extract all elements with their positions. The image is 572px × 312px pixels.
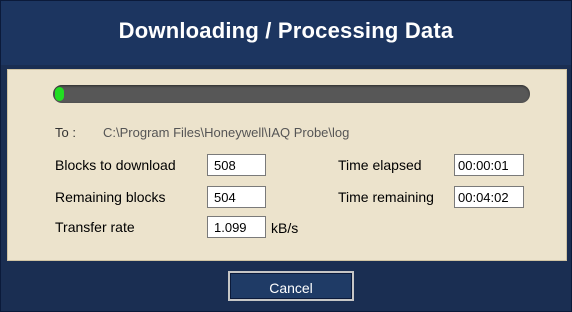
transfer-rate-label: Transfer rate bbox=[55, 219, 135, 235]
transfer-rate-unit: kB/s bbox=[271, 220, 299, 236]
remaining-blocks-label: Remaining blocks bbox=[55, 189, 166, 205]
progress-fill bbox=[55, 87, 64, 101]
destination-path: C:\Program Files\Honeywell\IAQ Probe\log bbox=[103, 125, 350, 140]
dialog-body: To : C:\Program Files\Honeywell\IAQ Prob… bbox=[7, 69, 567, 261]
destination-label: To : bbox=[55, 125, 76, 140]
download-dialog: Downloading / Processing Data To : C:\Pr… bbox=[0, 0, 572, 312]
dialog-title: Downloading / Processing Data bbox=[118, 18, 454, 43]
remaining-blocks-value: 504 bbox=[207, 186, 266, 208]
time-elapsed-label: Time elapsed bbox=[338, 157, 422, 173]
cancel-button[interactable]: Cancel bbox=[228, 271, 354, 301]
dialog-header: Downloading / Processing Data bbox=[1, 1, 571, 65]
time-elapsed-value: 00:00:01 bbox=[454, 154, 524, 176]
time-remaining-value: 00:04:02 bbox=[454, 186, 524, 208]
blocks-to-download-value: 508 bbox=[207, 154, 266, 176]
progress-bar bbox=[53, 85, 530, 103]
dialog-footer: Cancel bbox=[1, 263, 571, 311]
time-remaining-label: Time remaining bbox=[338, 189, 434, 205]
blocks-to-download-label: Blocks to download bbox=[55, 157, 176, 173]
transfer-rate-value: 1.099 bbox=[207, 216, 266, 238]
